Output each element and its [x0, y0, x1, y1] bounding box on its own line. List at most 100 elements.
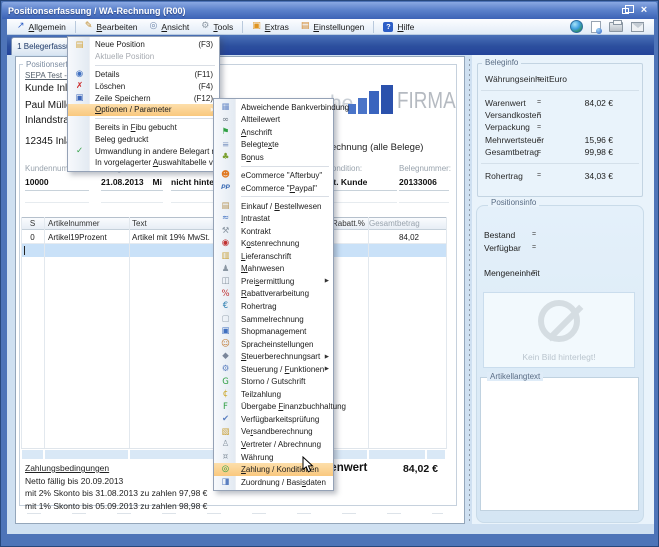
- column-header-artikelnummer[interactable]: Artikelnummer: [48, 217, 100, 230]
- submenu-item[interactable]: ▢ Sammelrechnung ▶: [214, 313, 333, 326]
- payment-terms: Zahlungsbedingungen Netto fällig bis 20.…: [25, 463, 207, 511]
- submenu-item[interactable]: ≈ Intrastat ▶: [214, 212, 333, 225]
- submenu-item[interactable]: ✔ Verfügbarkeitsprüfung ▶: [214, 413, 333, 426]
- beleginfo-value: Euro: [549, 74, 613, 84]
- submenu-item[interactable]: ⚙ Steuerung / Funktionen ▶: [214, 363, 333, 376]
- submenu-item-label: Teilzahlung: [241, 390, 281, 399]
- submenu-item[interactable]: ◆ Steuerberechnungsart ▶: [214, 350, 333, 363]
- menu-item[interactable]: ✓ Umwandlung in andere Belegart möglich …: [68, 145, 219, 157]
- submenu-item[interactable]: ♣ Bonus ▶: [214, 151, 333, 164]
- equals-sign: =: [532, 244, 536, 251]
- equals-sign: =: [537, 172, 549, 179]
- submenu-item[interactable]: ▣ Shopmanagement ▶: [214, 325, 333, 338]
- menu-item[interactable]: Bereits in Fibu gebucht ▶: [68, 121, 219, 133]
- menu-item-label: Beleg gedruckt: [95, 135, 148, 144]
- menu-item[interactable]: Beleg gedruckt ▶: [68, 133, 219, 145]
- artikellangtext-box[interactable]: [480, 377, 639, 511]
- panel-splitter[interactable]: [469, 59, 470, 521]
- menu-item[interactable]: ✗ Löschen (F4) ▶: [68, 80, 219, 92]
- field-value[interactable]: 21.08.2013Mi: [101, 177, 163, 187]
- mail-icon[interactable]: [631, 22, 644, 32]
- menu-item-label: Löschen: [95, 82, 125, 91]
- logo-bar-icon: [348, 104, 356, 114]
- options-parameter-submenu: ▦ Abweichende Bankverbindung ▶ ∞ Altteil…: [213, 98, 334, 491]
- submenu-item[interactable]: ♙ Vertreter / Abrechnung ▶: [214, 438, 333, 451]
- submenu-item-label: Übergabe Finanzbuchhaltung: [241, 402, 346, 411]
- submenu-item[interactable]: ¤ Währung ▶: [214, 451, 333, 464]
- submenu-item[interactable]: PP eCommerce "Paypal" ▶: [214, 182, 333, 195]
- toolbar-button[interactable]: ▣ Extras: [246, 20, 295, 34]
- globe-icon[interactable]: [570, 20, 583, 33]
- submenu-item-icon: %: [218, 290, 233, 299]
- beleginfo-value: 99,98 €: [549, 147, 613, 157]
- field-belegnummer[interactable]: Belegnummer: 20133006: [399, 164, 449, 203]
- beleginfo-value: 34,03 €: [549, 171, 613, 181]
- submenu-item[interactable]: ▦ Abweichende Bankverbindung ▶: [214, 101, 333, 114]
- column-header-rabatt[interactable]: Rabatt.%: [332, 217, 365, 230]
- field-value[interactable]: 20133006: [399, 177, 449, 187]
- menu-item[interactable]: Optionen / Parameter ▶: [68, 104, 219, 116]
- column-header-gesamtbetrag[interactable]: Gesamtbetrag: [369, 217, 422, 230]
- column-header-text[interactable]: Text: [132, 217, 147, 230]
- submenu-item-icon: €: [218, 302, 233, 311]
- beleginfo-row: Rohertrag = 34,03 €: [477, 169, 643, 181]
- close-window-button[interactable]: ×: [637, 5, 651, 17]
- submenu-item-icon: ☺: [218, 340, 233, 349]
- equals-sign: =: [537, 149, 549, 156]
- submenu-item[interactable]: G Storno / Gutschrift ▶: [214, 375, 333, 388]
- submenu-item[interactable]: ∞ Altteilewert ▶: [214, 114, 333, 127]
- positionsinfo-title: Positionsinfo: [488, 198, 539, 207]
- logo-bar-icon: [381, 85, 393, 114]
- submenu-item[interactable]: ▤ Einkauf / Bestellwesen ▶: [214, 200, 333, 213]
- toolbar-button[interactable]: ? Hilfe: [377, 20, 420, 34]
- submenu-arrow-icon: ▶: [325, 354, 329, 360]
- restore-window-button[interactable]: [618, 5, 632, 17]
- toolbar-button-label: Bearbeiten: [96, 22, 137, 32]
- toolbar-button[interactable]: ↗ Allgemein: [11, 20, 72, 34]
- submenu-item[interactable]: ≡ Belegtexte ▶: [214, 139, 333, 152]
- menu-item[interactable]: In vorgelagerter Auswahltabelle verberge…: [68, 157, 219, 169]
- submenu-item[interactable]: % Rabattverarbeitung ▶: [214, 288, 333, 301]
- menu-item-label: Aktuelle Position: [95, 52, 154, 61]
- menu-item[interactable]: ▤ Neue Position (F3) ▶: [68, 39, 219, 51]
- submenu-item[interactable]: ◉ Kostenrechnung ▶: [214, 237, 333, 250]
- submenu-item[interactable]: ♟ Mahnwesen ▶: [214, 263, 333, 276]
- submenu-item-label: Intrastat: [241, 214, 270, 223]
- toolbar-button-icon: ↗: [17, 22, 25, 31]
- submenu-item[interactable]: ◎ Zahlung / Konditionen ▶: [214, 463, 333, 476]
- submenu-item[interactable]: F Übergabe Finanzbuchhaltung ▶: [214, 401, 333, 414]
- toolbar-button-icon: ▣: [252, 22, 261, 31]
- menu-item[interactable]: ▣ Zeile Speichern (F12) ▶: [68, 92, 219, 104]
- toolbar-button-label: Allgemein: [29, 22, 66, 32]
- submenu-item-icon: ♟: [218, 265, 233, 274]
- submenu-item[interactable]: ¢ Teilzahlung ▶: [214, 388, 333, 401]
- toolbar-button[interactable]: ▤ Einstellungen: [295, 20, 371, 34]
- submenu-item[interactable]: ☻ eCommerce "Afterbuy" ▶: [214, 169, 333, 182]
- menu-item[interactable]: ◉ Details (F11) ▶: [68, 68, 219, 80]
- printer-icon[interactable]: [609, 22, 623, 32]
- toolbar-button[interactable]: ◎ Ansicht: [144, 20, 196, 34]
- submenu-item[interactable]: ⚒ Kontrakt ▶: [214, 225, 333, 238]
- submenu-item[interactable]: ◨ Zuordnung / Basisdaten ▶: [214, 476, 333, 489]
- title-bar[interactable]: Positionserfassung / WA-Rechnung (R00) ×: [2, 2, 657, 19]
- submenu-item[interactable]: ▥ Lieferanschrift ▶: [214, 250, 333, 263]
- column-header-s[interactable]: S: [21, 217, 44, 230]
- submenu-item[interactable]: ☺ Spracheinstellungen ▶: [214, 338, 333, 351]
- beleginfo-label: Verpackung: [485, 122, 537, 132]
- field-value[interactable]: 10000: [25, 177, 89, 187]
- toolbar-button[interactable]: ⚙ Tools: [195, 20, 239, 34]
- submenu-item-icon: ◉: [218, 239, 233, 248]
- submenu-item-label: Rabattverarbeitung: [241, 289, 309, 298]
- submenu-item[interactable]: € Rohertrag ▶: [214, 300, 333, 313]
- menu-item[interactable]: Aktuelle Position ▶: [68, 51, 219, 63]
- submenu-item[interactable]: ◫ Preisermittlung ▶: [214, 275, 333, 288]
- customer-info-link[interactable]: SEPA Test -: [25, 71, 67, 80]
- submenu-item[interactable]: ▧ Versandberechnung ▶: [214, 426, 333, 439]
- submenu-item-icon: ¢: [218, 390, 233, 399]
- submenu-item[interactable]: ⚑ Anschrift ▶: [214, 126, 333, 139]
- menu-separator: [75, 21, 76, 33]
- toolbar-button-icon: ⚙: [201, 22, 209, 31]
- menu-item-label: Neue Position: [95, 40, 145, 49]
- web-document-icon[interactable]: [591, 21, 601, 33]
- toolbar-button[interactable]: ✎ Bearbeiten: [79, 20, 144, 34]
